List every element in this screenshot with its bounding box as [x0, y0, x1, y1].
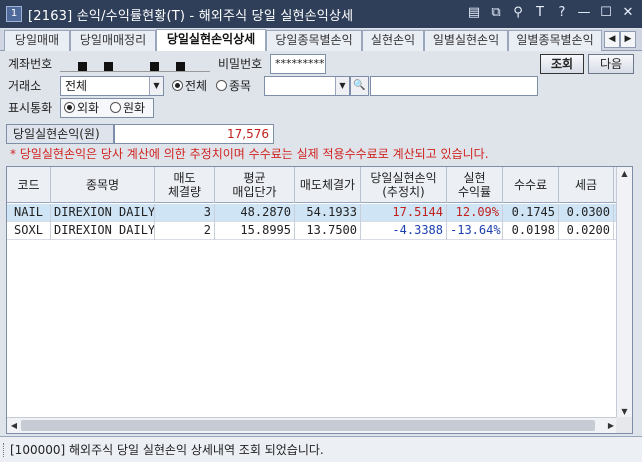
radio-all-label: 전체 [185, 79, 208, 93]
table-header: 코드 종목명 매도 체결량 평균 매입단가 매도체결가 당일실현손익 (추정치) 실현 수익… [7, 167, 618, 203]
radio-symbol-label: 종목 [229, 79, 252, 93]
window-controls: ▤ ⧉ ⚲ T? — ☐ ✕ [466, 5, 636, 21]
radio-all[interactable]: 전체 [172, 76, 207, 96]
column-header-rate[interactable]: 실현 수익률 [447, 167, 503, 203]
query-button[interactable]: 조회 [540, 54, 584, 74]
radio-symbol[interactable]: 종목 [216, 76, 251, 96]
cell-name: DIREXION DAILY S [51, 222, 155, 240]
column-header-qty[interactable]: 매도 체결량 [155, 167, 215, 203]
realized-pnl-label: 당일실현손익(원) [6, 124, 114, 144]
tab-3[interactable]: 당일종목별손익 [266, 30, 362, 51]
scroll-corner [616, 417, 632, 433]
grid-icon[interactable]: ▤ [466, 5, 482, 21]
column-header-avg_price[interactable]: 평균 매입단가 [215, 167, 295, 203]
tab-prev-icon[interactable]: ◀ [604, 31, 620, 48]
horizontal-scrollbar[interactable]: ◀ ▶ [7, 417, 618, 433]
column-header-fee[interactable]: 수수료 [503, 167, 559, 203]
radio-krw[interactable]: 원화 [110, 98, 145, 118]
cell-sell_price: 54.1933 [295, 204, 361, 222]
cell-avg_price: 48.2870 [215, 204, 295, 222]
cell-sell_price: 13.7500 [295, 222, 361, 240]
tab-4[interactable]: 실현손익 [362, 30, 424, 51]
cell-qty: 2 [155, 222, 215, 240]
exchange-value: 전체 [65, 79, 88, 93]
column-header-name[interactable]: 종목명 [51, 167, 155, 203]
minimize-icon[interactable]: — [576, 5, 592, 21]
status-bar: [100000] 해외주식 당일 실현손익 상세내역 조회 되었습니다. [0, 436, 642, 462]
horizontal-scroll-thumb[interactable] [21, 420, 595, 431]
symbol-name-field [370, 76, 538, 96]
grip-icon [3, 443, 6, 457]
tab-1[interactable]: 당일매매정리 [70, 30, 156, 51]
tab-5[interactable]: 일별실현손익 [424, 30, 508, 51]
cell-name: DIREXION DAILY H [51, 204, 155, 222]
radio-krw-dot[interactable] [110, 102, 121, 113]
chevron-down-icon[interactable]: ▼ [335, 77, 349, 95]
cell-code: NAIL [7, 204, 51, 222]
exchange-select[interactable]: 전체 ▼ [60, 76, 164, 96]
tab-0[interactable]: 당일매매 [4, 30, 70, 51]
radio-foreign[interactable]: 외화 [64, 98, 99, 118]
help-icon[interactable]: ? [554, 5, 570, 21]
cell-qty: 3 [155, 204, 215, 222]
radio-foreign-dot[interactable] [64, 102, 75, 113]
column-header-code[interactable]: 코드 [7, 167, 51, 203]
cell-avg_price: 15.8995 [215, 222, 295, 240]
table-row[interactable]: SOXLDIREXION DAILY S215.899513.7500-4.33… [7, 222, 618, 240]
cell-tax: 0.0200 [559, 222, 614, 240]
scroll-up-icon[interactable]: ▲ [617, 167, 632, 181]
maximize-icon[interactable]: ☐ [598, 5, 614, 21]
cell-rate: -13.64% [447, 222, 503, 240]
cell-fee: 0.1745 [503, 204, 559, 222]
symbol-code-input[interactable]: ▼ [264, 76, 350, 96]
currency-label: 표시통화 [8, 101, 53, 115]
currency-row: 표시통화 외화 원화 [0, 98, 642, 120]
tab-2[interactable]: 당일실현손익상세 [156, 29, 266, 51]
close-icon[interactable]: ✕ [620, 5, 636, 21]
radio-foreign-label: 외화 [77, 101, 100, 115]
radio-symbol-dot[interactable] [216, 80, 227, 91]
password-field[interactable]: ********* [270, 54, 326, 74]
font-size-icon[interactable]: T [532, 5, 548, 21]
search-icon[interactable]: 🔍 [350, 76, 369, 96]
radio-all-dot[interactable] [172, 80, 183, 91]
pnl-table: 코드 종목명 매도 체결량 평균 매입단가 매도체결가 당일실현손익 (추정치) 실현 수익… [6, 166, 633, 434]
next-button[interactable]: 다음 [588, 54, 634, 74]
status-message: [100000] 해외주식 당일 실현손익 상세내역 조회 되었습니다. [10, 443, 324, 457]
chevron-down-icon[interactable]: ▼ [149, 77, 163, 95]
notice-text: * 당일실현손익은 당사 계산에 의한 추정치이며 수수료는 실제 적용수수료로… [10, 147, 489, 161]
column-header-pnl[interactable]: 당일실현손익 (추정치) [361, 167, 447, 203]
cell-fee: 0.0198 [503, 222, 559, 240]
exchange-row: 거래소 전체 ▼ 전체 종목 ▼ 🔍 [0, 76, 642, 98]
app-icon[interactable]: 1 [6, 6, 22, 22]
vertical-scrollbar[interactable]: ▲ ▼ [616, 167, 632, 419]
window-title: [2163] 손익/수익률현황(T) - 해외주식 당일 실현손익상세 [28, 8, 354, 24]
cell-pnl: 17.5144 [361, 204, 447, 222]
tab-bar: 당일매매 당일매매정리 당일실현손익상세 당일종목별손익 실현손익 일별실현손익 일별종목별… [0, 29, 642, 51]
scroll-left-icon[interactable]: ◀ [7, 418, 21, 433]
tab-6[interactable]: 일별종목별손익 [508, 30, 602, 51]
cell-rate: 12.09% [447, 204, 503, 222]
table-row[interactable]: NAILDIREXION DAILY H348.287054.193317.51… [7, 204, 618, 222]
account-row: 계좌번호 비밀번호 ********* 조회 다음 [0, 54, 642, 76]
cell-tax: 0.0300 [559, 204, 614, 222]
account-label: 계좌번호 [8, 57, 53, 71]
realized-pnl-value: 17,576 [114, 124, 274, 144]
cell-pnl: -4.3388 [361, 222, 447, 240]
password-label: 비밀번호 [218, 57, 263, 71]
cell-code: SOXL [7, 222, 51, 240]
pin-icon[interactable]: ⚲ [510, 5, 526, 21]
radio-krw-label: 원화 [123, 101, 146, 115]
title-bar: 1 [2163] 손익/수익률현황(T) - 해외주식 당일 실현손익상세 ▤ ⧉… [0, 0, 642, 28]
exchange-label: 거래소 [8, 79, 42, 93]
column-header-sell_price[interactable]: 매도체결가 [295, 167, 361, 203]
column-header-tax[interactable]: 세금 [559, 167, 614, 203]
tab-next-icon[interactable]: ▶ [620, 31, 636, 48]
window-icon[interactable]: ⧉ [488, 5, 504, 21]
account-number-field[interactable] [60, 59, 210, 72]
